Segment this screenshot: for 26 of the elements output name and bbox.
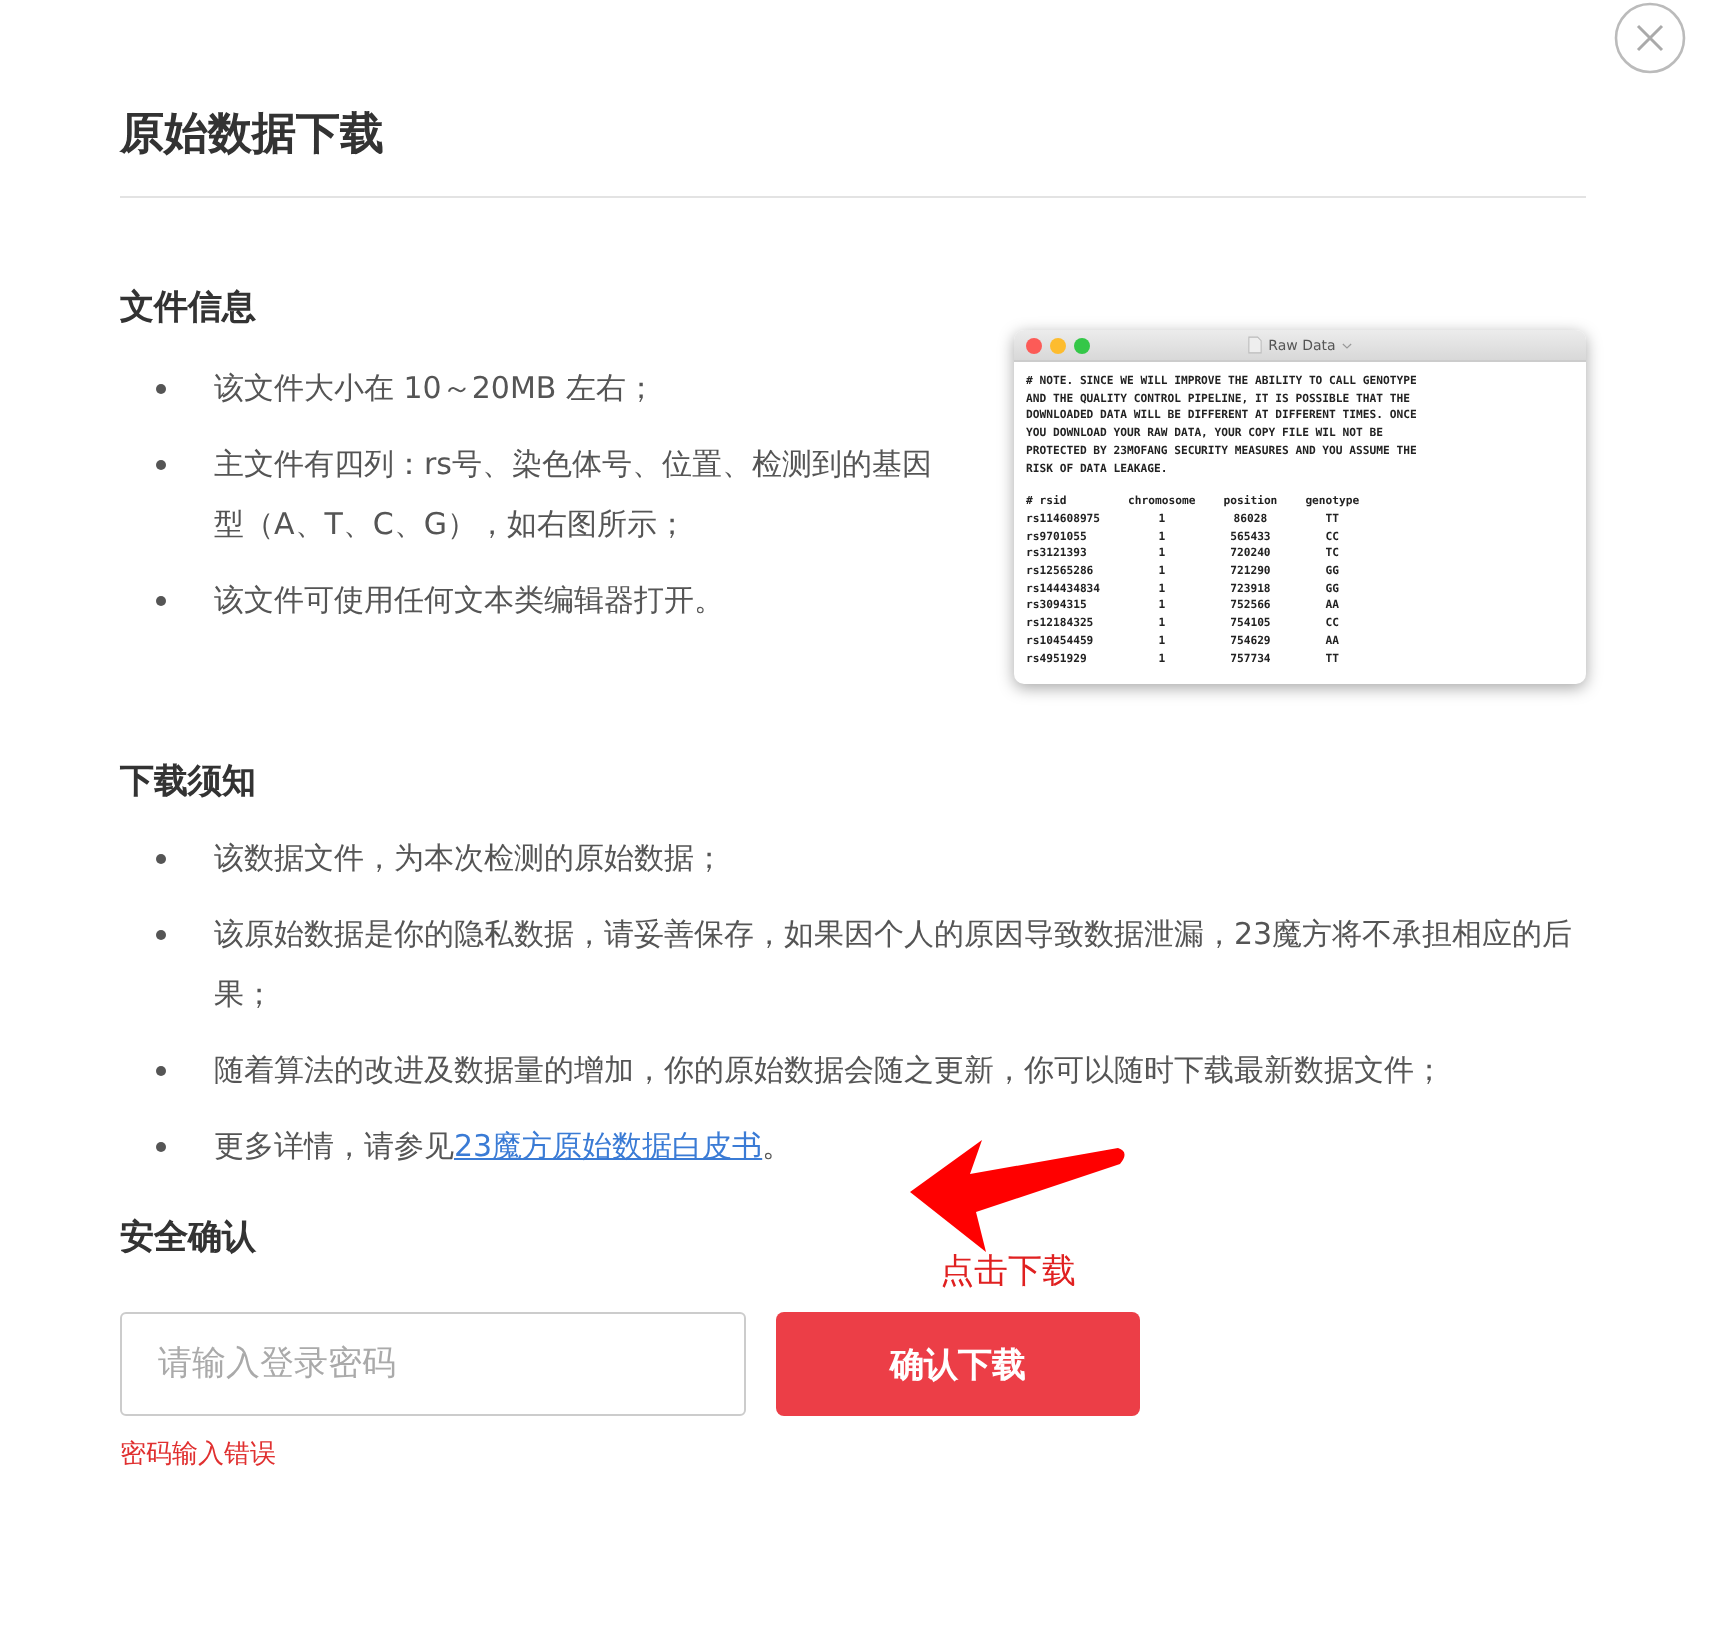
- bullet-dot: [156, 384, 166, 394]
- section-heading: 下载须知: [120, 760, 258, 806]
- list-text: 该数据文件，为本次检测的原始数据；: [214, 838, 726, 880]
- bullet-dot: [156, 1066, 166, 1076]
- dialog-title: 原始数据下载: [120, 108, 386, 164]
- bullet-dot: [156, 460, 166, 470]
- bullet-dot: [156, 1142, 166, 1152]
- bullet-dot: [156, 854, 166, 864]
- list-text: 该原始数据是你的隐私数据，请妥善保存，如果因个人的原因导致数据泄漏，23魔方将不承担相应的后果；: [214, 914, 1575, 1016]
- bullet-dot: [156, 930, 166, 940]
- document-icon: [1248, 336, 1263, 354]
- chevron-icon: [1341, 341, 1352, 349]
- error-message: 密码输入错误: [120, 1438, 278, 1472]
- list-text: 该文件大小在 10～20MB 左右；: [214, 368, 658, 410]
- list-text: 随着算法的改进及数据量的增加，你的原始数据会随之更新，你可以随时下载最新数据文件；: [214, 1050, 1446, 1092]
- whitepaper-link[interactable]: 23魔方原始数据白皮书: [454, 1128, 763, 1164]
- section-heading: 文件信息: [120, 286, 258, 332]
- bullet-dot: [156, 596, 166, 606]
- list-text: 更多详情，请参见23魔方原始数据白皮书。: [214, 1126, 795, 1168]
- list-text: 该文件可使用任何文本类编辑器打开。: [214, 580, 726, 622]
- password-field[interactable]: 请输入登录密码: [120, 1312, 746, 1416]
- list-text: 主文件有四列：rs号、染色体号、位置、检测到的基因型（A、T、C、G），如右图所示；: [214, 444, 934, 546]
- section-heading: 安全确认: [120, 1216, 258, 1262]
- close-icon[interactable]: [1614, 2, 1686, 74]
- annotation-label: 点击下载: [940, 1250, 1076, 1294]
- confirm-download-button[interactable]: 确认下载: [776, 1312, 1140, 1416]
